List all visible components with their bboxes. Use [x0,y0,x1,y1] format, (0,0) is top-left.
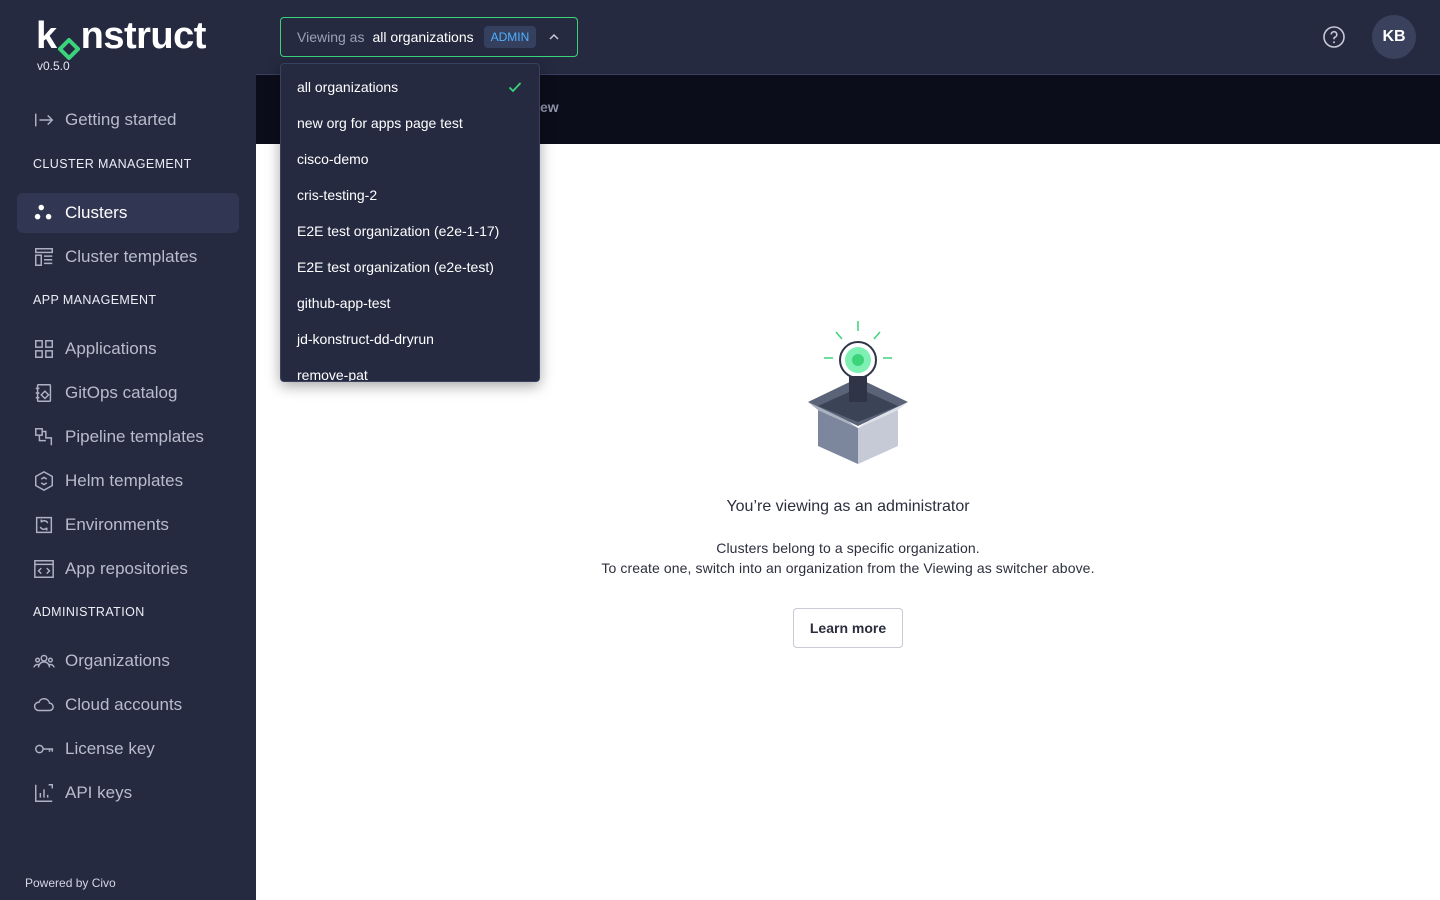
nav-api-keys[interactable]: API keys [17,773,239,813]
org-dropdown-menu: all organizations new org for apps page t… [280,63,540,382]
org-switcher[interactable]: Viewing as all organizations ADMIN [280,17,578,57]
nav-helm-templates-label: Helm templates [65,471,184,490]
gitops-catalog-icon [33,382,55,404]
nav-applications[interactable]: Applications [17,329,239,369]
konstruct-logo[interactable]: k nstruct [36,15,207,61]
nav-getting-started[interactable]: Getting started [17,100,239,140]
tab-label-fragment[interactable]: ew [540,99,559,115]
help-icon[interactable] [1322,25,1346,49]
org-option[interactable]: E2E test organization (e2e-1-17) [281,213,539,249]
nav-helm-templates[interactable]: Helm templates [17,461,239,501]
org-option-label: E2E test organization (e2e-test) [297,259,494,275]
org-option[interactable]: new org for apps page test [281,105,539,141]
cloud-icon [33,694,55,716]
nav-cloud-accounts-label: Cloud accounts [65,695,183,714]
logo-text-start: k [36,15,57,57]
empty-state-line-2: To create one, switch into an organizati… [601,560,1095,576]
org-option[interactable]: remove-pat [281,357,539,382]
nav-organizations[interactable]: Organizations [17,641,239,681]
logo-diamond-icon [56,28,81,61]
nav-cluster-templates[interactable]: Cluster templates [17,237,239,277]
pipeline-icon [33,426,55,448]
people-group-icon [33,650,55,672]
admin-badge: ADMIN [483,26,537,48]
section-cluster-management: CLUSTER MANAGEMENT [33,157,192,171]
helm-hexagon-icon [33,470,55,492]
org-option-label: E2E test organization (e2e-1-17) [297,223,500,239]
nav-applications-label: Applications [65,339,157,358]
code-window-icon [33,558,55,580]
environments-icon [33,514,55,536]
org-option-label: new org for apps page test [297,115,463,131]
arrow-right-to-bar-icon [33,109,55,131]
nav-cluster-templates-label: Cluster templates [65,247,198,266]
section-administration: ADMINISTRATION [33,605,145,619]
nav-app-repositories-label: App repositories [65,559,188,578]
learn-more-button[interactable]: Learn more [793,608,903,648]
org-option[interactable]: all organizations [281,69,539,105]
nav-license-key[interactable]: License key [17,729,239,769]
key-icon [33,738,55,760]
nav-pipeline-templates-label: Pipeline templates [65,427,204,446]
nav-gitops-catalog[interactable]: GitOps catalog [17,373,239,413]
nav-clusters-label: Clusters [65,203,128,222]
nav-environments[interactable]: Environments [17,505,239,545]
sidebar: k nstruct v0.5.0 Getting started CLUSTER… [0,0,256,900]
nav-gitops-catalog-label: GitOps catalog [65,383,178,402]
org-option[interactable]: E2E test organization (e2e-test) [281,249,539,285]
empty-state-description: Clusters belong to a specific organizati… [256,538,1440,578]
empty-state-title: You’re viewing as an administrator [726,498,970,515]
org-option-label: jd-konstruct-dd-dryrun [297,331,434,347]
nav-api-keys-label: API keys [65,783,133,802]
empty-state-line-1: Clusters belong to a specific organizati… [716,540,980,556]
org-switcher-label: Viewing as [297,29,365,45]
nav-organizations-label: Organizations [65,651,170,670]
user-avatar[interactable]: KB [1372,15,1416,59]
nav-clusters[interactable]: Clusters [17,193,239,233]
logo-text-end: nstruct [80,15,207,57]
org-option-label: cisco-demo [297,151,369,167]
org-switcher-value: all organizations [372,29,474,45]
nav-cloud-accounts[interactable]: Cloud accounts [17,685,239,725]
lightbulb-box-illustration [808,321,908,464]
section-app-management: APP MANAGEMENT [33,293,157,307]
app-version: v0.5.0 [37,59,70,73]
org-option-label: remove-pat [297,367,368,382]
org-option-label: github-app-test [297,295,391,311]
org-option-label: cris-testing-2 [297,187,378,203]
org-option[interactable]: github-app-test [281,285,539,321]
chevron-up-icon [549,33,559,40]
org-option[interactable]: jd-konstruct-dd-dryrun [281,321,539,357]
cluster-templates-icon [33,246,55,268]
nav-getting-started-label: Getting started [65,110,177,129]
grid-icon [33,338,55,360]
checkmark-icon [508,82,522,93]
org-option-label: all organizations [297,79,399,95]
org-option[interactable]: cris-testing-2 [281,177,539,213]
nav-license-key-label: License key [65,739,155,758]
nav-environments-label: Environments [65,515,169,534]
org-option[interactable]: cisco-demo [281,141,539,177]
nav-app-repositories[interactable]: App repositories [17,549,239,589]
powered-by: Powered by Civo [25,876,116,890]
nav-pipeline-templates[interactable]: Pipeline templates [17,417,239,457]
clusters-icon [33,202,55,224]
api-chart-icon [33,782,55,804]
